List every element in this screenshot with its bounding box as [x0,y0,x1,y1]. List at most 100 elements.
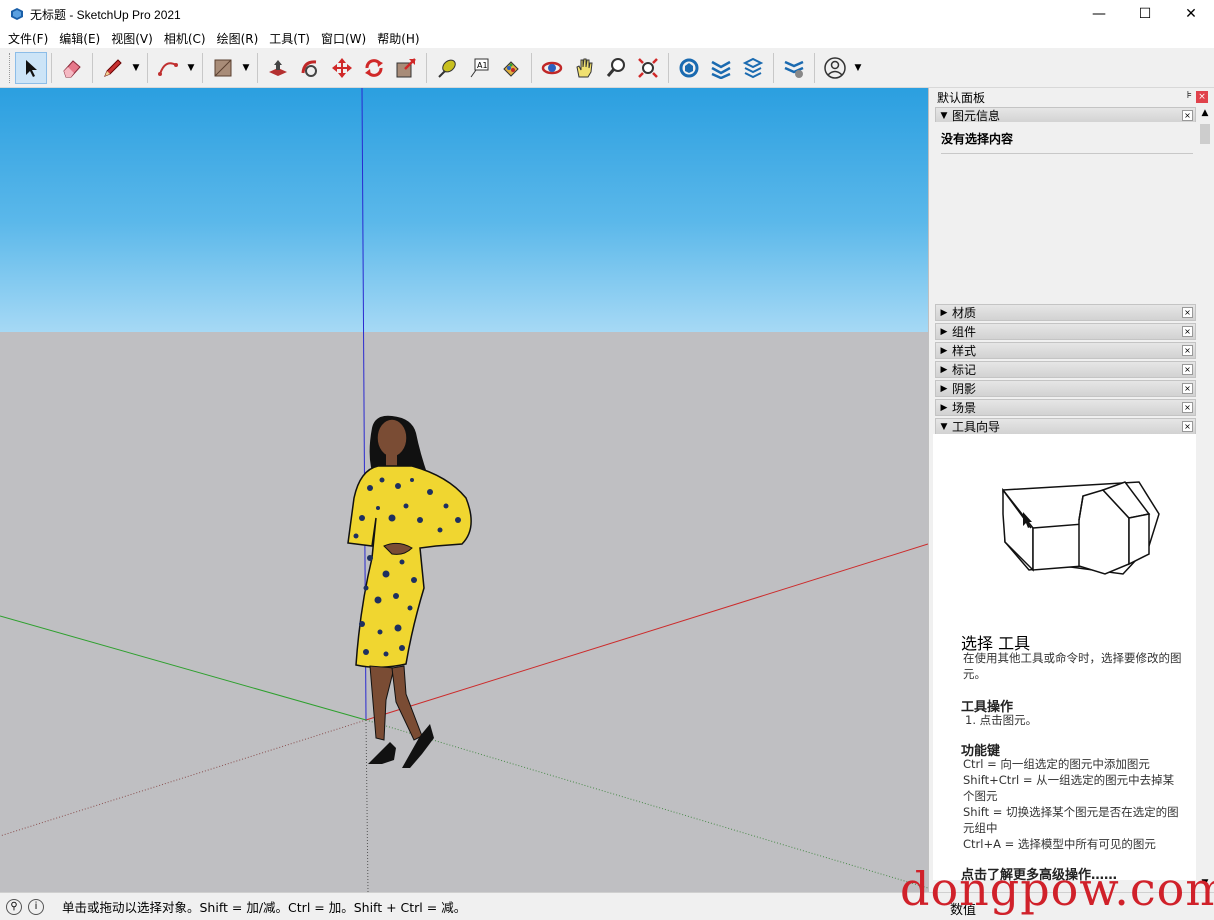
collapsed-triangle-icon: ▶ [940,402,948,413]
arc-tool-button[interactable] [152,52,184,84]
minimize-button[interactable]: — [1076,0,1122,28]
zoom-icon [606,57,625,77]
arc-dropdown[interactable]: ▼ [184,52,198,84]
red-axis-dotted [0,719,367,837]
account-dropdown[interactable]: ▼ [851,52,865,84]
panel-components-label: 组件 [952,325,977,339]
pencil-tool-button[interactable] [97,52,129,84]
extension-icon [711,60,731,79]
pencil-icon [104,58,122,77]
pin-icon[interactable]: ⊧ [1187,90,1192,101]
move-tool-button[interactable] [326,52,358,84]
close-window-button[interactable]: ✕ [1168,0,1214,28]
panel-tags[interactable]: ▶ 标记 × [935,361,1196,378]
panel-close-icon[interactable]: × [1182,364,1193,375]
orbit-icon [541,61,563,74]
move-icon [332,57,352,78]
maximize-button[interactable]: ☐ [1122,0,1168,28]
push-pull-icon [269,59,287,76]
watermark: dongpow.com [900,862,1214,916]
orbit-tool-button[interactable] [536,52,568,84]
scroll-up-icon[interactable]: ▲ [1198,108,1212,122]
account-button[interactable] [819,52,851,84]
panel-shadows[interactable]: ▶ 阴影 × [935,380,1196,397]
collapsed-triangle-icon: ▶ [940,383,948,394]
panel-close-icon[interactable]: × [1182,402,1193,413]
blue-axis-dotted [365,719,369,892]
model-viewport[interactable] [0,88,928,892]
collapsed-triangle-icon: ▶ [940,364,948,375]
menu-edit[interactable]: 编辑(E) [55,30,107,47]
status-hint: 单击或拖动以选择对象。Shift = 加/减。Ctrl = 加。Shift + … [62,900,467,915]
select-tool-button[interactable] [15,51,47,84]
tool-description: 在使用其他工具或命令时，选择要修改的图元。 [963,651,1182,681]
zoom-tool-button[interactable] [600,52,632,84]
push-pull-tool-button[interactable] [262,52,294,84]
pan-tool-button[interactable] [568,52,600,84]
red-axis [365,543,928,721]
sandbox-icon [784,60,804,78]
menu-view[interactable]: 视图(V) [107,30,160,47]
panel-components[interactable]: ▶ 组件 × [935,323,1196,340]
menu-window[interactable]: 窗口(W) [317,30,373,47]
panel-close-icon[interactable]: × [1182,110,1193,121]
panel-shadows-label: 阴影 [952,382,977,396]
rectangle-tool-button[interactable] [207,52,239,84]
eraser-tool-button[interactable] [56,52,88,84]
rectangle-icon [214,59,232,76]
tray-scrollbar[interactable]: ▲ ▼ [1198,108,1212,888]
text-tool-button[interactable]: A1 [463,52,495,84]
entity-info-body: 没有选择内容 [935,122,1196,304]
collapsed-triangle-icon: ▶ [940,326,948,337]
panel-close-icon[interactable]: × [1182,383,1193,394]
panel-scenes[interactable]: ▶ 场景 × [935,399,1196,416]
rectangle-dropdown[interactable]: ▼ [239,52,253,84]
tray-close-button[interactable]: × [1196,91,1208,103]
scroll-thumb[interactable] [1200,124,1210,144]
panel-close-icon[interactable]: × [1182,421,1193,432]
green-axis [0,615,367,721]
house-illustration [1002,481,1160,575]
geo-location-icon[interactable]: ⚲ [6,898,22,915]
info-icon[interactable]: i [28,898,44,915]
paint-bucket-tool-button[interactable] [495,52,527,84]
panel-materials-label: 材质 [952,306,977,320]
title-bar: 无标题 - SketchUp Pro 2021 — ☐ ✕ [0,0,1214,28]
panel-close-icon[interactable]: × [1182,345,1193,356]
scale-figure [347,415,472,768]
menu-tools[interactable]: 工具(T) [265,30,317,47]
menu-camera[interactable]: 相机(C) [160,30,213,47]
follow-me-tool-button[interactable] [294,52,326,84]
panel-close-icon[interactable]: × [1182,307,1193,318]
warehouse-button[interactable] [673,52,705,84]
follow-me-icon [301,59,317,77]
scale-tool-button[interactable] [390,52,422,84]
panel-instructor[interactable]: ▼ 工具向导 × [935,418,1196,435]
tray-title-bar: 默认面板 ⊧ × [929,88,1214,106]
layout-icon [742,57,764,78]
toolbar-grip[interactable] [9,52,12,83]
zoom-extents-icon [638,57,658,78]
extension-warehouse-button[interactable] [705,52,737,84]
account-icon [824,56,846,79]
sketchup-app-icon [11,8,23,20]
rotate-tool-button[interactable] [358,52,390,84]
menu-draw[interactable]: 绘图(R) [213,30,266,47]
panel-close-icon[interactable]: × [1182,326,1193,337]
menu-help[interactable]: 帮助(H) [373,30,426,47]
panel-styles-label: 样式 [952,344,977,358]
svg-text:A1: A1 [477,61,488,70]
window-title: 无标题 - SketchUp Pro 2021 [30,7,181,22]
menu-file[interactable]: 文件(F) [4,30,55,47]
zoom-extents-tool-button[interactable] [632,52,664,84]
toolbar: ▼ ▼ ▼ A1 ▼ [0,48,1214,88]
no-selection-text: 没有选择内容 [941,130,1193,154]
tape-measure-tool-button[interactable] [431,52,463,84]
layout-button[interactable] [737,52,769,84]
text-icon: A1 [470,58,489,77]
panel-styles[interactable]: ▶ 样式 × [935,342,1196,359]
arc-icon [158,61,178,76]
sandbox-button[interactable] [778,52,810,84]
panel-materials[interactable]: ▶ 材质 × [935,304,1196,321]
pencil-dropdown[interactable]: ▼ [129,52,143,84]
